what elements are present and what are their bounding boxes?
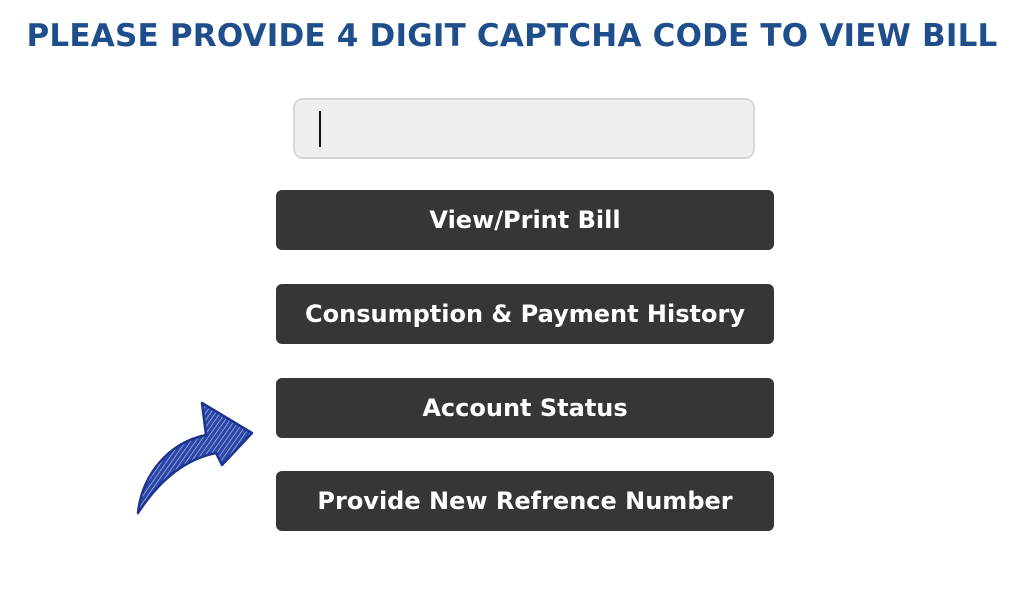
account-status-button[interactable]: Account Status xyxy=(276,378,774,438)
captcha-input[interactable] xyxy=(293,98,755,159)
consumption-payment-history-button[interactable]: Consumption & Payment History xyxy=(276,284,774,344)
captcha-page: PLEASE PROVIDE 4 DIGIT CAPTCHA CODE TO V… xyxy=(0,0,1024,608)
provide-new-reference-button[interactable]: Provide New Refrence Number xyxy=(276,471,774,531)
view-print-bill-button[interactable]: View/Print Bill xyxy=(276,190,774,250)
curved-arrow-icon xyxy=(136,401,254,515)
page-title: PLEASE PROVIDE 4 DIGIT CAPTCHA CODE TO V… xyxy=(26,18,998,54)
text-cursor xyxy=(319,111,321,147)
